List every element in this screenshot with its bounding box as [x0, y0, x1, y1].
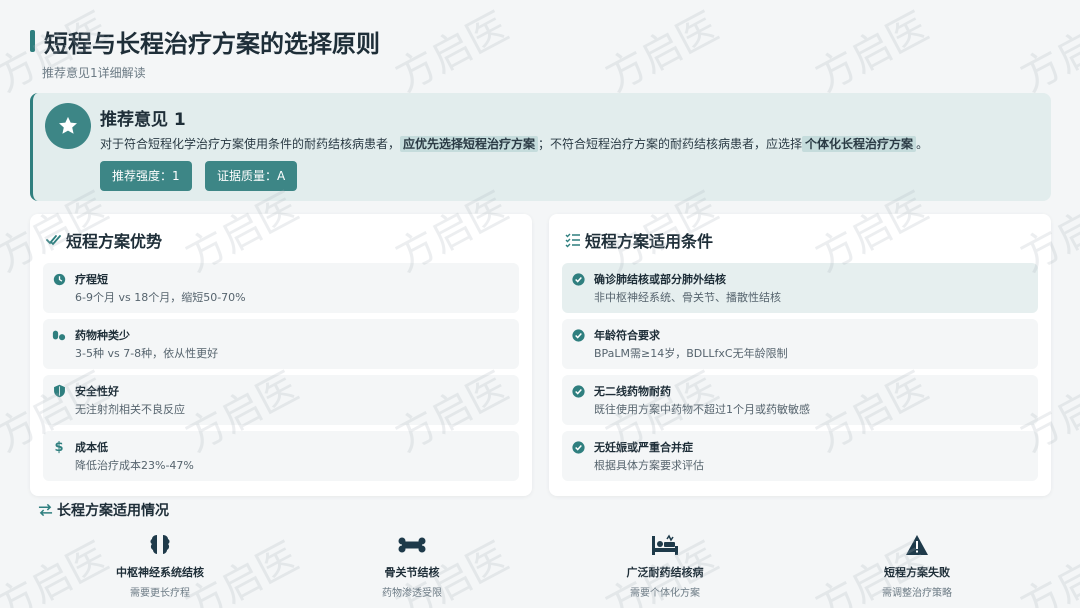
watermark: 方启医: [598, 4, 726, 102]
long-course-item: 广泛耐药结核病 需要个体化方案: [575, 532, 755, 599]
watermark: 方启医: [1013, 4, 1080, 102]
exchange-icon: [38, 503, 53, 517]
condition-item: 确诊肺结核或部分肺外结核 非中枢神经系统、骨关节、播散性结核: [562, 263, 1038, 313]
watermark: 方启医: [808, 4, 936, 102]
title-accent-bar: [30, 30, 35, 52]
recommendation-text: 对于符合短程化学治疗方案使用条件的耐药结核病患者， 应优先选择短程治疗方案 ；不符合…: [100, 136, 929, 152]
advantage-item: $ 成本低 降低治疗成本23%-47%: [43, 431, 519, 481]
long-course-title: 长程方案适用情况: [38, 500, 169, 520]
check-circle-icon: [571, 440, 585, 454]
pills-icon: [52, 328, 66, 342]
condition-item: 无妊娠或严重合并症 根据具体方案要求评估: [562, 431, 1038, 481]
advantages-title: 短程方案优势: [46, 228, 162, 252]
brain-icon: [70, 532, 250, 558]
checklist-icon: [565, 233, 580, 248]
long-course-item: 短程方案失败 需调整治疗策略: [827, 532, 1007, 599]
advantage-item: 药物种类少 3-5种 vs 7-8种，依从性更好: [43, 319, 519, 369]
check-circle-icon: [571, 272, 585, 286]
badge-evidence: 证据质量：A: [205, 161, 298, 191]
badge-strength: 推荐强度：1: [100, 161, 192, 191]
warning-icon: [827, 532, 1007, 558]
bed-icon: [575, 532, 755, 558]
page-subtitle: 推荐意见1详细解读: [42, 66, 146, 80]
highlight-short-course: 应优先选择短程治疗方案: [400, 136, 539, 152]
advantage-item: 安全性好 无注射剂相关不良反应: [43, 375, 519, 425]
dollar-icon: $: [54, 439, 64, 455]
advantage-item: 疗程短 6-9个月 vs 18个月，缩短50-70%: [43, 263, 519, 313]
condition-item: 年龄符合要求 BPaLM需≥14岁，BDLLfxC无年龄限制: [562, 319, 1038, 369]
bone-icon: [322, 532, 502, 558]
long-course-item: 中枢神经系统结核 需要更长疗程: [70, 532, 250, 599]
recommendation-title: 推荐意见 1: [100, 110, 186, 130]
star-icon: [45, 103, 91, 149]
conditions-title: 短程方案适用条件: [565, 228, 713, 252]
advantages-panel: 短程方案优势 疗程短 6-9个月 vs 18个月，缩短50-70% 药物种类少 …: [30, 214, 532, 496]
watermark: 方启医: [1013, 534, 1080, 608]
check-circle-icon: [571, 328, 585, 342]
recommendation-card: 推荐意见 1 对于符合短程化学治疗方案使用条件的耐药结核病患者， 应优先选择短程治…: [30, 93, 1051, 201]
condition-item: 无二线药物耐药 既往使用方案中药物不超过1个月或药敏敏感: [562, 375, 1038, 425]
shield-icon: [52, 384, 66, 398]
long-course-item: 骨关节结核 药物渗透受限: [322, 532, 502, 599]
conditions-panel: 短程方案适用条件 确诊肺结核或部分肺外结核 非中枢神经系统、骨关节、播散性结核 …: [549, 214, 1051, 496]
check-circle-icon: [571, 384, 585, 398]
clock-icon: [52, 272, 66, 286]
check-double-icon: [46, 235, 61, 246]
page-title: 短程与长程治疗方案的选择原则: [44, 30, 380, 58]
watermark: 方启医: [388, 4, 516, 102]
highlight-long-course: 个体化长程治疗方案: [802, 136, 917, 152]
